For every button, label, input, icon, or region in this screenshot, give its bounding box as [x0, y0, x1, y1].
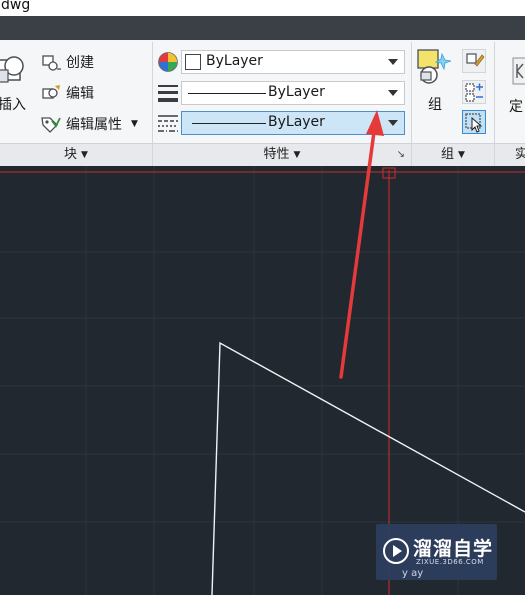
- edit-attributes-dropdown-icon[interactable]: ▼: [131, 119, 138, 129]
- create-block-button[interactable]: 创建: [40, 52, 94, 72]
- lineweight-combo[interactable]: ByLayer: [181, 81, 405, 105]
- group-edit-button[interactable]: [462, 49, 486, 73]
- chevron-down-icon: ▼: [458, 150, 465, 160]
- title-bar: dwg: [0, 0, 525, 16]
- color-wheel-icon: [158, 52, 178, 72]
- group-edit-icon: [466, 53, 485, 67]
- group-label: 组: [428, 97, 442, 113]
- linetype-value: ByLayer: [268, 114, 325, 130]
- edit-attributes-icon: [41, 117, 61, 133]
- linetype-combo[interactable]: ByLayer: [181, 111, 405, 135]
- insert-icon: [0, 56, 24, 83]
- insert-button[interactable]: 插入: [0, 48, 36, 118]
- partial-button-label: 定: [509, 99, 523, 115]
- window-title: dwg: [1, 0, 31, 13]
- partial-panel: 定: [495, 40, 525, 143]
- color-combo[interactable]: ByLayer: [181, 50, 405, 74]
- block-panel-footer[interactable]: 块 ▼: [0, 143, 152, 167]
- partial-panel-title: 实: [515, 147, 525, 162]
- linetype-dropdown-icon[interactable]: [388, 120, 398, 126]
- watermark-tail: y ay: [402, 568, 424, 579]
- watermark: 溜溜自学 ZIXUE.3D66.COM y ay: [376, 524, 497, 580]
- color-dropdown-icon[interactable]: [388, 59, 398, 65]
- lineweight-icon: [158, 85, 178, 102]
- group-icon: [417, 49, 452, 84]
- groups-panel-footer[interactable]: 组 ▼: [412, 143, 494, 167]
- create-block-icon: [42, 55, 61, 71]
- block-panel-title: 块: [64, 147, 78, 162]
- partial-button-icon: [512, 57, 525, 85]
- group-button[interactable]: 组: [416, 48, 452, 118]
- color-swatch: [185, 54, 201, 70]
- lineweight-value: ByLayer: [268, 84, 325, 100]
- group-add-remove-icon: [465, 83, 483, 102]
- linetype-icon: [158, 115, 178, 132]
- edit-block-label: 编辑: [66, 86, 94, 102]
- properties-panel-title: 特性: [263, 147, 290, 162]
- play-logo-icon: [383, 538, 409, 564]
- partial-panel-footer[interactable]: 实: [495, 143, 525, 167]
- edit-attributes-button[interactable]: 编辑属性 ▼: [40, 114, 138, 134]
- ribbon-tab-strip: [0, 16, 525, 40]
- edit-block-icon: [42, 85, 60, 99]
- groups-panel-title: 组: [441, 147, 455, 162]
- group-add-remove-button[interactable]: [462, 80, 486, 104]
- edit-block-button[interactable]: 编辑: [40, 83, 94, 103]
- properties-panel-footer[interactable]: 特性 ▼ ↘: [153, 143, 411, 167]
- lineweight-sample: [188, 93, 266, 94]
- linetype-sample: [192, 123, 266, 124]
- lineweight-dropdown-icon[interactable]: [388, 90, 398, 96]
- watermark-title: 溜溜自学: [413, 538, 494, 560]
- properties-dialog-launcher-icon[interactable]: ↘: [397, 144, 405, 165]
- chevron-down-icon: ▼: [293, 150, 301, 160]
- groups-panel: 组: [412, 40, 494, 143]
- properties-panel: ByLayer ByLayer ByLayer: [153, 40, 411, 143]
- block-panel: 插入 创建 编辑 编辑属性 ▼: [0, 40, 152, 143]
- watermark-url: ZIXUE.3D66.COM: [416, 558, 484, 566]
- color-value: ByLayer: [206, 53, 263, 69]
- partial-button[interactable]: 定: [505, 50, 525, 120]
- group-selection-toggle[interactable]: [462, 110, 486, 134]
- chevron-down-icon: ▼: [81, 150, 88, 160]
- insert-label: 插入: [0, 97, 26, 113]
- group-selection-icon: [465, 113, 483, 133]
- ribbon: 插入 创建 编辑 编辑属性 ▼ ByLayer ByLayer ByLayer …: [0, 40, 525, 144]
- create-block-label: 创建: [66, 55, 94, 71]
- edit-attributes-label: 编辑属性: [66, 117, 122, 133]
